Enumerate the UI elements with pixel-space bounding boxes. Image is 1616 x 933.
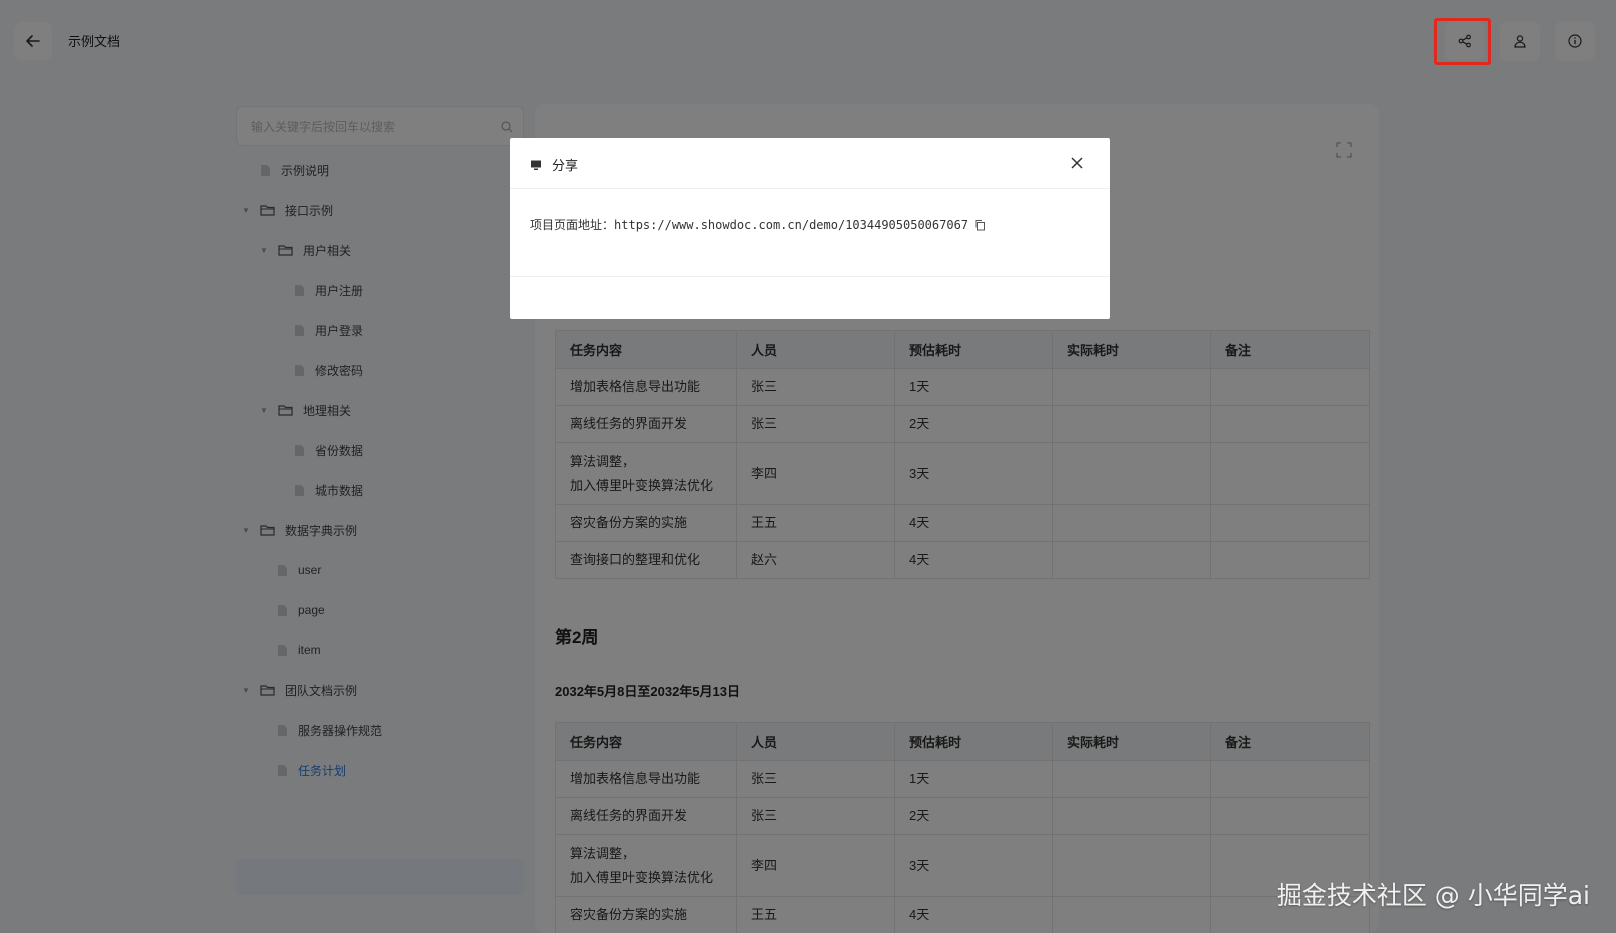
share-url[interactable]: https://www.showdoc.com.cn/demo/10344905… (614, 218, 968, 232)
copy-icon[interactable] (974, 219, 986, 231)
monitor-icon (530, 159, 542, 171)
url-label: 项目页面地址： (530, 218, 615, 232)
close-icon (1071, 157, 1083, 169)
modal-body: 项目页面地址： https://www.showdoc.com.cn/demo/… (530, 216, 986, 233)
modal-title-text: 分享 (552, 158, 579, 173)
share-modal: 分享 项目页面地址： https://www.showdoc.com.cn/de… (510, 138, 1110, 319)
modal-title: 分享 (530, 155, 578, 174)
modal-header: 分享 (510, 138, 1110, 189)
share-button-highlight (1434, 18, 1491, 65)
watermark: 掘金技术社区 @ 小华同学ai (1276, 881, 1590, 910)
modal-close-button[interactable] (1068, 154, 1086, 172)
modal-footer (510, 276, 1110, 319)
